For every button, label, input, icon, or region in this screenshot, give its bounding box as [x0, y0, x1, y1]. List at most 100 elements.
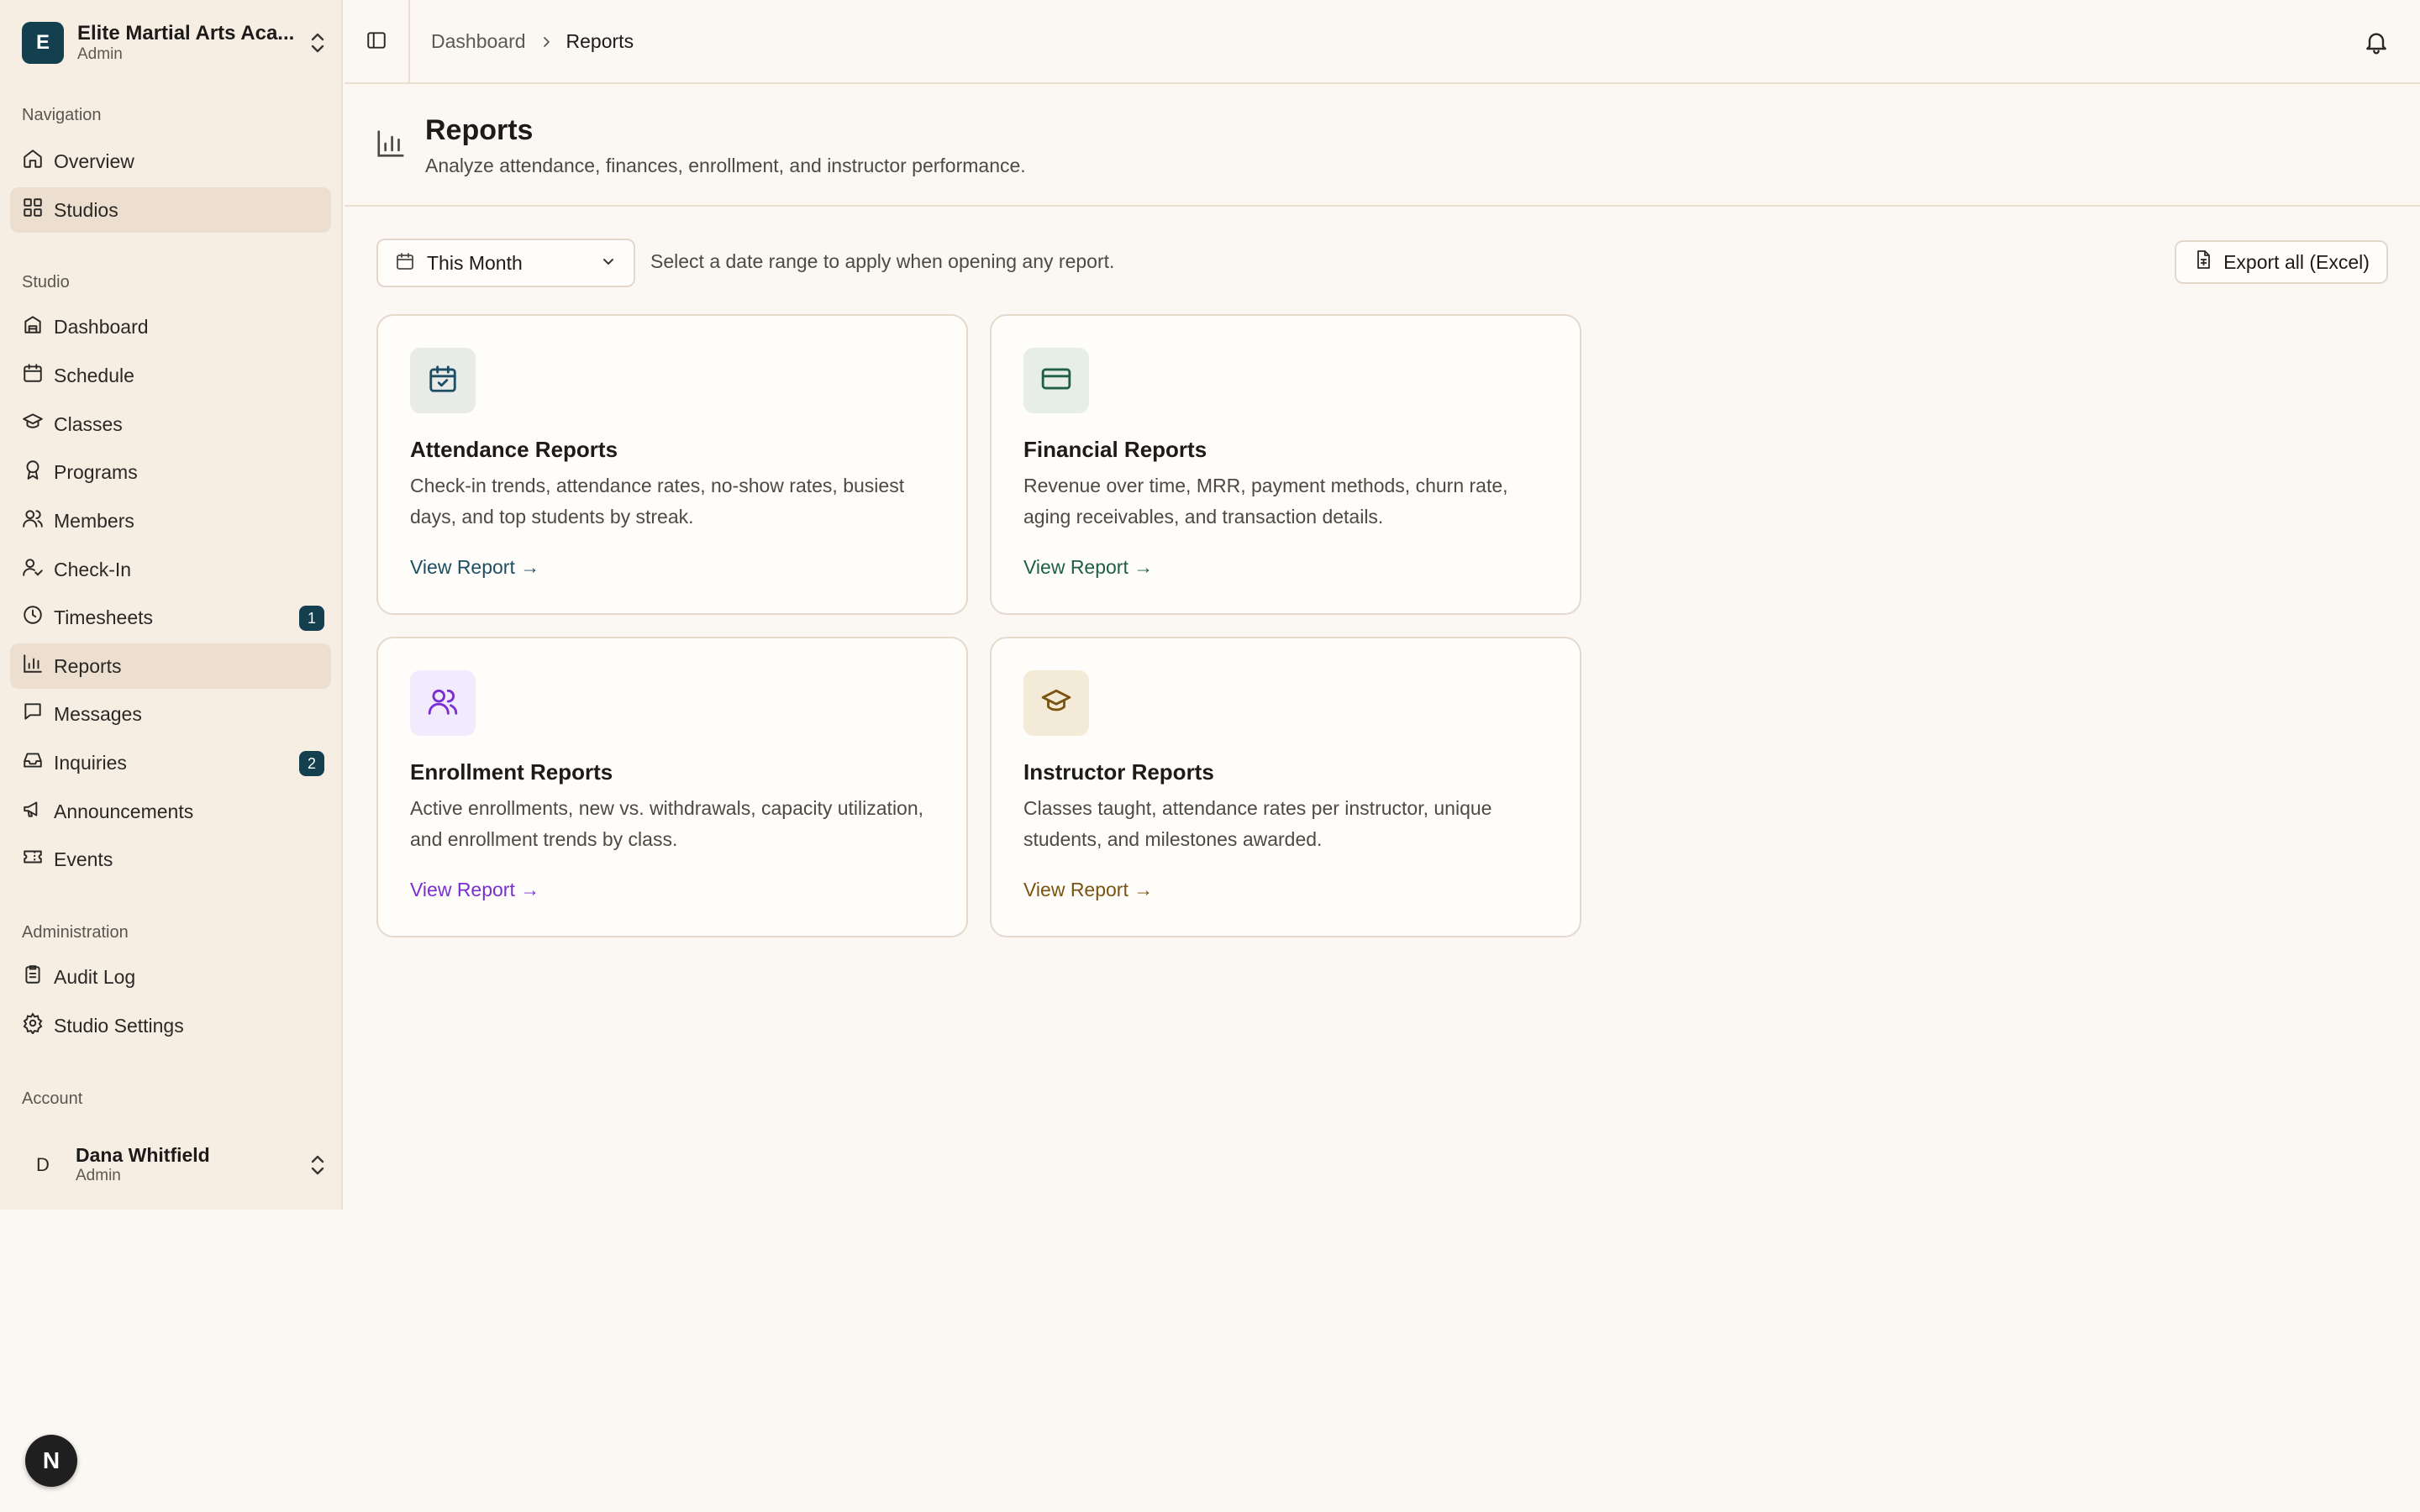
inbox-icon [22, 749, 44, 776]
count-badge: 2 [299, 751, 324, 776]
card-description: Check-in trends, attendance rates, no-sh… [410, 475, 905, 528]
section-label-account: Account [22, 1089, 83, 1108]
section-label-studio: Studio [22, 273, 70, 291]
sidebar-item-studios[interactable]: Studios [10, 187, 331, 233]
sidebar-item-dashboard[interactable]: Dashboard [10, 304, 331, 349]
card-description: Active enrollments, new vs. withdrawals,… [410, 797, 924, 850]
file-spreadsheet-icon [2193, 249, 2213, 275]
graduation-cap-icon [1040, 685, 1072, 722]
page-title: Reports [425, 114, 534, 146]
sidebar-item-label: Messages [54, 702, 142, 725]
sidebar-toggle-button[interactable] [345, 0, 410, 84]
card-title: Enrollment Reports [410, 759, 613, 785]
chevron-right-icon [539, 35, 553, 49]
card-description: Classes taught, attendance rates per ins… [1023, 797, 1492, 850]
user-check-icon [22, 556, 44, 583]
message-icon [22, 701, 44, 727]
date-range-value: This Month [427, 251, 523, 274]
page-subtitle: Analyze attendance, finances, enrollment… [425, 155, 1026, 176]
section-label-administration: Administration [22, 923, 129, 942]
sidebar-item-label: Timesheets [54, 606, 154, 628]
page-header: Reports Analyze attendance, finances, en… [345, 86, 2420, 207]
sidebar-item-check-in[interactable]: Check-In [10, 547, 331, 592]
credit-card-icon [1040, 363, 1072, 399]
sidebar-item-label: Audit Log [54, 965, 136, 988]
dashboard-icon [22, 313, 44, 340]
report-card-attendance[interactable]: Attendance Reports Check-in trends, atte… [376, 314, 968, 615]
sidebar-item-schedule[interactable]: Schedule [10, 353, 331, 398]
sidebar-item-classes[interactable]: Classes [10, 402, 331, 447]
users-icon [22, 507, 44, 534]
megaphone-icon [22, 798, 44, 825]
org-role: Admin [77, 45, 123, 63]
sidebar-item-announcements[interactable]: Announcements [10, 789, 331, 834]
gear-icon [22, 1012, 44, 1039]
card-icon-box [1023, 348, 1089, 413]
sidebar-item-label: Studios [54, 198, 118, 221]
breadcrumb-dashboard[interactable]: Dashboard [431, 30, 526, 53]
clock-icon [22, 604, 44, 631]
sidebar-item-label: Events [54, 848, 113, 870]
sidebar-item-programs[interactable]: Programs [10, 449, 331, 495]
grid-icon [22, 197, 44, 223]
sidebar-item-label: Check-In [54, 558, 132, 580]
avatar: D [36, 1154, 50, 1175]
user-menu[interactable]: D Dana Whitfield Admin [22, 1136, 329, 1194]
view-report-link[interactable]: View Report → [410, 556, 539, 579]
org-avatar: E [22, 22, 64, 64]
export-all-label: Export all (Excel) [2223, 250, 2370, 273]
section-label-navigation: Navigation [22, 106, 102, 124]
org-switcher[interactable]: E Elite Martial Arts Aca... Admin [22, 20, 329, 66]
sidebar: E Elite Martial Arts Aca... Admin Naviga… [0, 0, 343, 1210]
sidebar-item-label: Programs [54, 460, 138, 483]
bell-icon[interactable] [2363, 29, 2390, 55]
bar-chart-icon [22, 653, 44, 680]
sidebar-item-label: Dashboard [54, 315, 149, 338]
sidebar-item-label: Members [54, 509, 134, 532]
sidebar-item-members[interactable]: Members [10, 498, 331, 543]
calendar-icon [22, 362, 44, 389]
bar-chart-icon [375, 128, 407, 160]
sidebar-item-audit-log[interactable]: Audit Log [10, 954, 331, 1000]
report-card-enrollment[interactable]: Enrollment Reports Active enrollments, n… [376, 637, 968, 937]
sidebar-item-timesheets[interactable]: Timesheets 1 [10, 595, 331, 640]
user-role: Admin [76, 1167, 121, 1185]
sidebar-item-studio-settings[interactable]: Studio Settings [10, 1003, 331, 1048]
card-icon-box [1023, 670, 1089, 736]
home-icon [22, 148, 44, 175]
view-report-link[interactable]: View Report → [1023, 556, 1153, 579]
user-name: Dana Whitfield [76, 1143, 210, 1166]
card-title: Instructor Reports [1023, 759, 1214, 785]
org-name: Elite Martial Arts Aca... [77, 22, 295, 45]
panel-left-icon [366, 29, 387, 55]
chevron-down-icon [600, 253, 617, 274]
card-title: Financial Reports [1023, 437, 1207, 462]
view-report-link[interactable]: View Report → [410, 879, 539, 901]
breadcrumb-reports: Reports [566, 30, 634, 52]
ticket-icon [22, 846, 44, 873]
sidebar-item-messages[interactable]: Messages [10, 691, 331, 737]
sidebar-item-label: Schedule [54, 364, 134, 386]
report-card-financial[interactable]: Financial Reports Revenue over time, MRR… [990, 314, 1581, 615]
breadcrumb: Dashboard Reports [431, 30, 634, 53]
sidebar-item-overview[interactable]: Overview [10, 139, 331, 184]
top-bar: Dashboard Reports [345, 0, 2420, 84]
sidebar-item-label: Inquiries [54, 751, 127, 774]
sidebar-item-reports[interactable]: Reports [10, 643, 331, 689]
award-icon [22, 459, 44, 486]
date-range-select[interactable]: This Month [376, 239, 635, 287]
count-badge: 1 [299, 606, 324, 631]
sidebar-item-inquiries[interactable]: Inquiries 2 [10, 740, 331, 785]
users-icon [427, 685, 459, 722]
graduation-cap-icon [22, 411, 44, 438]
sidebar-item-events[interactable]: Events [10, 837, 331, 882]
view-report-link[interactable]: View Report → [1023, 879, 1153, 901]
clipboard-icon [22, 963, 44, 990]
sidebar-item-label: Announcements [54, 800, 194, 822]
export-all-button[interactable]: Export all (Excel) [2175, 240, 2388, 284]
dev-tools-button[interactable]: N [25, 1435, 77, 1487]
chevrons-up-down-icon [306, 1148, 329, 1182]
report-card-instructor[interactable]: Instructor Reports Classes taught, atten… [990, 637, 1581, 937]
card-title: Attendance Reports [410, 437, 618, 462]
card-description: Revenue over time, MRR, payment methods,… [1023, 475, 1508, 528]
